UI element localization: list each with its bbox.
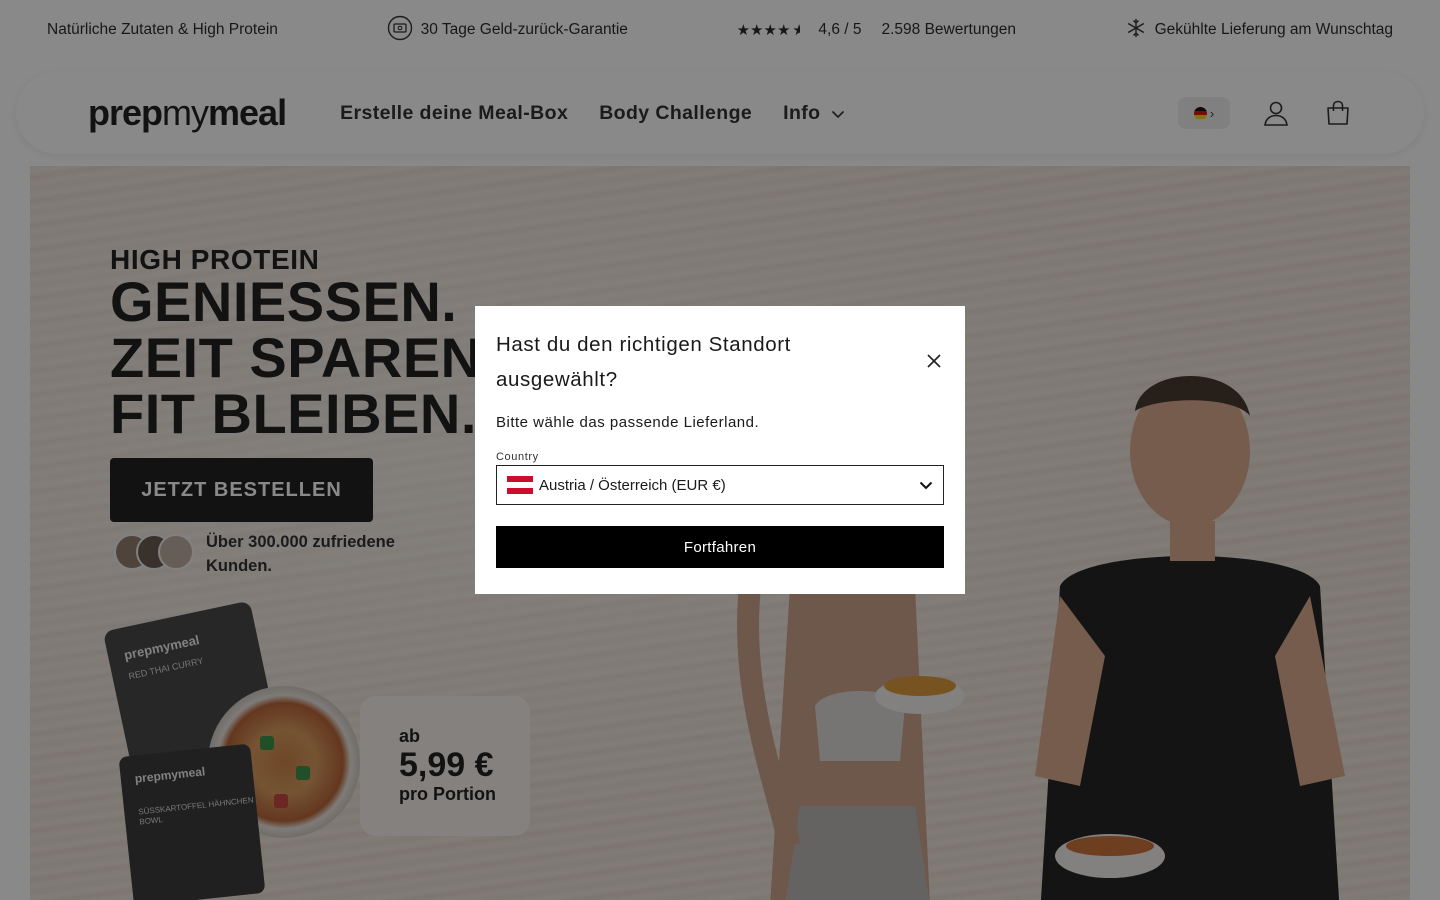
country-select[interactable]: Austria / Österreich (EUR €) (496, 465, 944, 505)
modal-title: Hast du den richtigen Standort ausgewähl… (496, 333, 791, 391)
austria-flag-icon (507, 476, 533, 494)
country-field-label: Country (496, 451, 539, 463)
modal-subtitle: Bitte wähle das passende Lieferland. (496, 414, 760, 431)
close-icon[interactable] (923, 350, 945, 372)
continue-button[interactable]: Fortfahren (496, 526, 944, 568)
country-select-value: Austria / Österreich (EUR €) (539, 476, 726, 494)
chevron-down-icon (919, 477, 933, 494)
location-modal: Hast du den richtigen Standort ausgewähl… (475, 306, 965, 594)
